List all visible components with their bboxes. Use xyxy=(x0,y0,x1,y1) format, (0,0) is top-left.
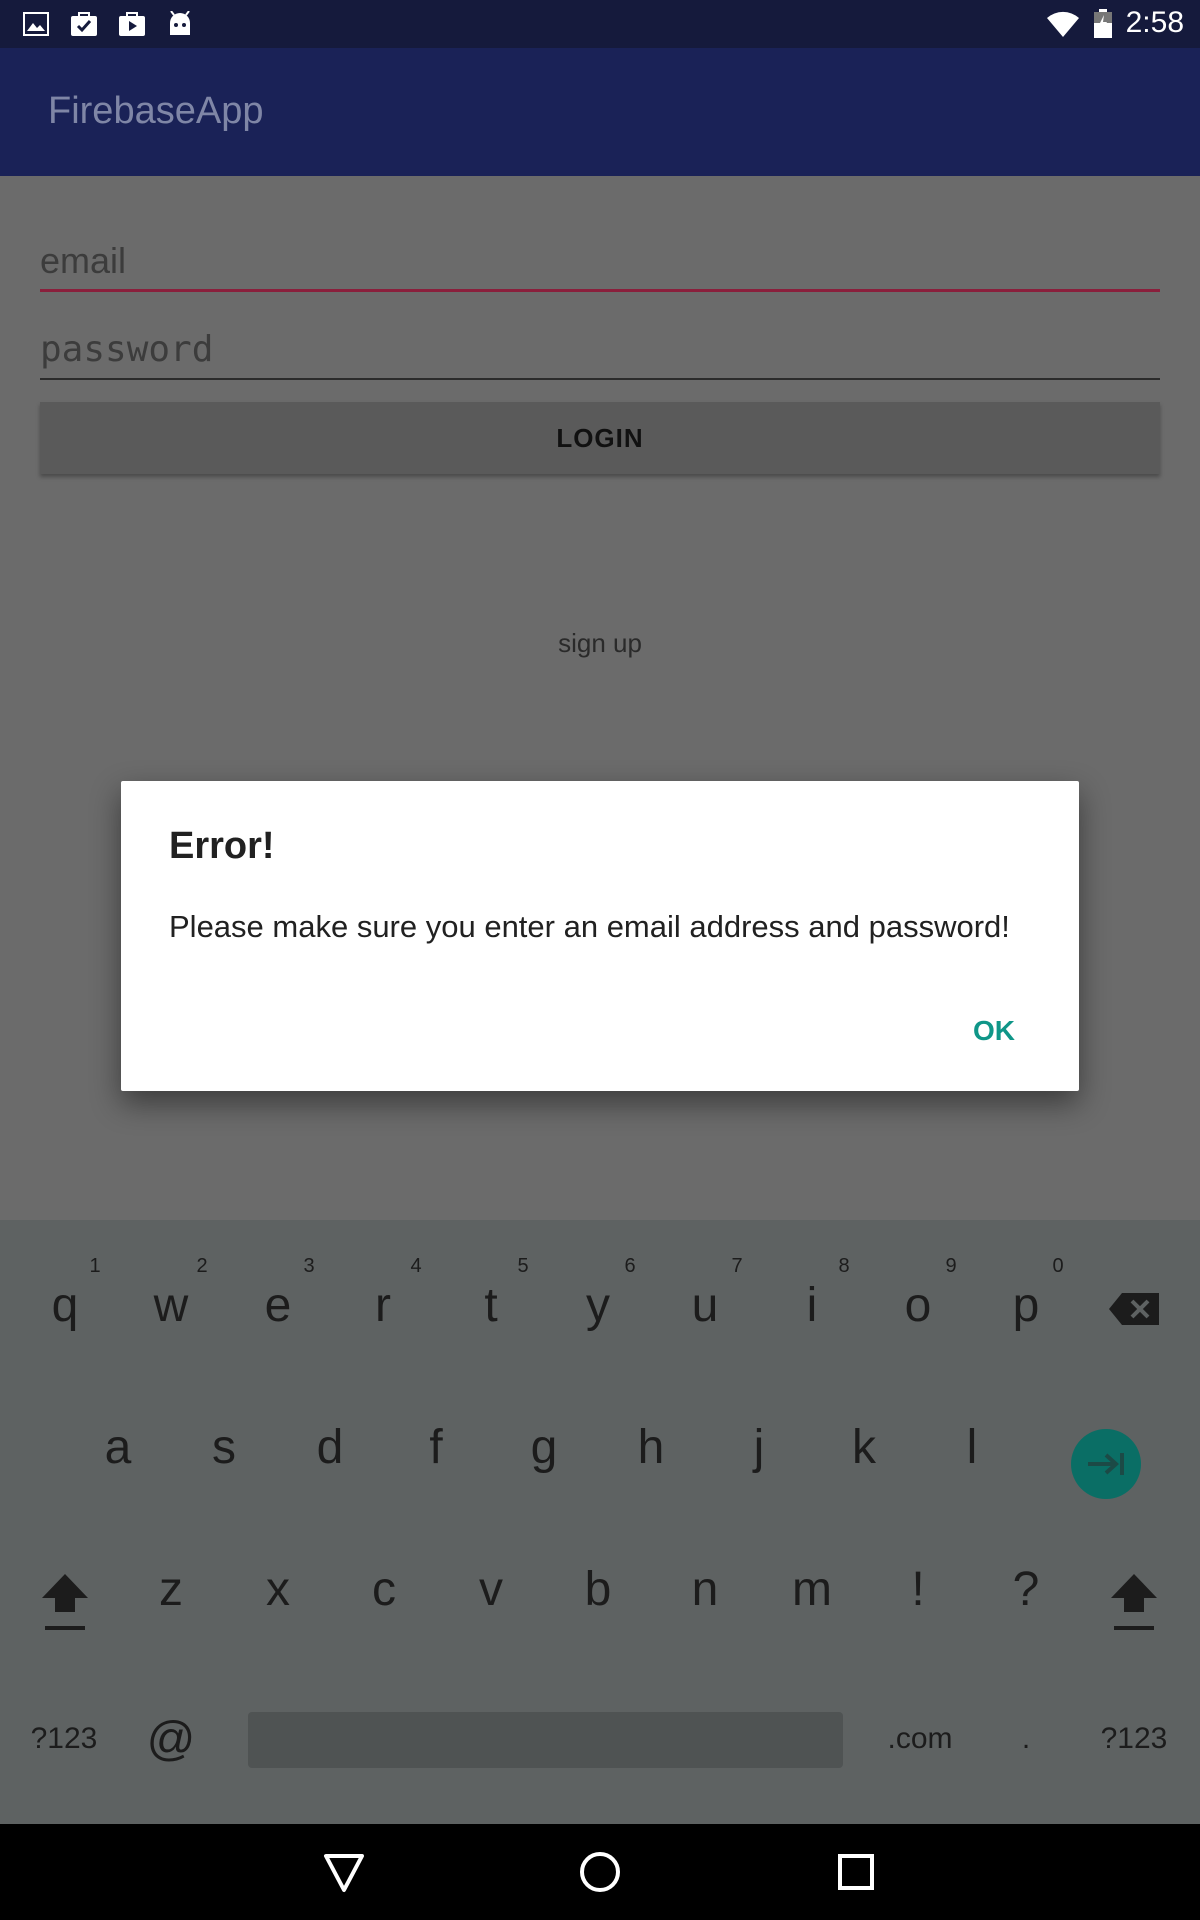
password-underline xyxy=(40,378,1160,380)
dialog-message: Please make sure you enter an email addr… xyxy=(169,909,1010,944)
key-f[interactable]: f xyxy=(396,1420,476,1475)
app-title: FirebaseApp xyxy=(48,90,264,132)
nav-back-icon[interactable] xyxy=(320,1848,368,1896)
backspace-icon[interactable] xyxy=(1108,1292,1160,1331)
key-u[interactable]: u xyxy=(665,1278,745,1333)
key-x[interactable]: x xyxy=(238,1562,318,1617)
wifi-icon xyxy=(1046,10,1080,38)
key-a[interactable]: a xyxy=(78,1420,158,1475)
key-question[interactable]: ? xyxy=(986,1562,1066,1617)
login-button[interactable]: LOGIN xyxy=(40,402,1160,474)
email-field[interactable]: email xyxy=(40,236,1160,292)
play-store-icon xyxy=(118,10,146,38)
error-dialog: Error! Please make sure you enter an ema… xyxy=(121,781,1079,1091)
dialog-title: Error! xyxy=(169,825,275,867)
key-z[interactable]: z xyxy=(131,1562,211,1617)
android-icon xyxy=(166,10,194,38)
key-hint: 8 xyxy=(838,1255,850,1277)
key-s[interactable]: s xyxy=(184,1420,264,1475)
key-hint: 1 xyxy=(89,1255,101,1277)
key-q[interactable]: q xyxy=(25,1278,105,1333)
enter-next-icon[interactable] xyxy=(1071,1429,1141,1499)
key-j[interactable]: j xyxy=(719,1420,799,1475)
app-bar: FirebaseApp xyxy=(0,48,1200,176)
key-hint: 5 xyxy=(517,1255,529,1277)
password-field[interactable]: password xyxy=(40,324,1160,380)
nav-recents-icon[interactable] xyxy=(832,1848,880,1896)
shift-icon[interactable] xyxy=(40,1572,90,1637)
key-n[interactable]: n xyxy=(665,1562,745,1617)
shift-icon[interactable] xyxy=(1109,1572,1159,1637)
image-icon xyxy=(22,10,50,38)
space-bar[interactable] xyxy=(248,1712,843,1768)
key-w[interactable]: w xyxy=(131,1278,211,1333)
key-p[interactable]: p xyxy=(986,1278,1066,1333)
key-hint: 9 xyxy=(945,1255,957,1277)
key-i[interactable]: i xyxy=(772,1278,852,1333)
key-g[interactable]: g xyxy=(504,1420,584,1475)
key-hint: 4 xyxy=(410,1255,422,1277)
key-r[interactable]: r xyxy=(343,1278,423,1333)
dotcom-key[interactable]: .com xyxy=(880,1722,960,1756)
key-m[interactable]: m xyxy=(772,1562,852,1617)
checkbox-bag-icon xyxy=(70,10,98,38)
email-placeholder: email xyxy=(40,240,127,281)
email-underline xyxy=(40,289,1160,292)
key-d[interactable]: d xyxy=(290,1420,370,1475)
navigation-bar xyxy=(0,1824,1200,1920)
key-o[interactable]: o xyxy=(878,1278,958,1333)
key-e[interactable]: e xyxy=(238,1278,318,1333)
key-at[interactable]: @ xyxy=(131,1712,211,1767)
key-exclamation[interactable]: ! xyxy=(878,1562,958,1617)
key-y[interactable]: y xyxy=(558,1278,638,1333)
key-hint: 2 xyxy=(196,1255,208,1277)
ok-button[interactable]: OK xyxy=(973,1015,1015,1047)
soft-keyboard: 1 2 3 4 5 6 7 8 9 0 q w e r t y u i o p … xyxy=(0,1220,1200,1824)
key-hint: 6 xyxy=(624,1255,636,1277)
key-c[interactable]: c xyxy=(344,1562,424,1617)
key-v[interactable]: v xyxy=(451,1562,531,1617)
sign-up-link[interactable]: sign up xyxy=(0,628,1200,659)
password-placeholder: password xyxy=(40,329,214,370)
key-k[interactable]: k xyxy=(824,1420,904,1475)
nav-home-icon[interactable] xyxy=(576,1848,624,1896)
key-l[interactable]: l xyxy=(932,1420,1012,1475)
key-t[interactable]: t xyxy=(451,1278,531,1333)
symbols-key[interactable]: ?123 xyxy=(24,1722,104,1756)
key-b[interactable]: b xyxy=(558,1562,638,1617)
key-hint: 0 xyxy=(1052,1255,1064,1277)
key-period[interactable]: . xyxy=(986,1722,1066,1756)
symbols-key[interactable]: ?123 xyxy=(1094,1722,1174,1756)
status-bar: 2:58 xyxy=(0,0,1200,48)
key-hint: 3 xyxy=(303,1255,315,1277)
key-hint: 7 xyxy=(731,1255,743,1277)
key-h[interactable]: h xyxy=(611,1420,691,1475)
battery-icon xyxy=(1092,9,1114,38)
clock: 2:58 xyxy=(1125,6,1184,39)
